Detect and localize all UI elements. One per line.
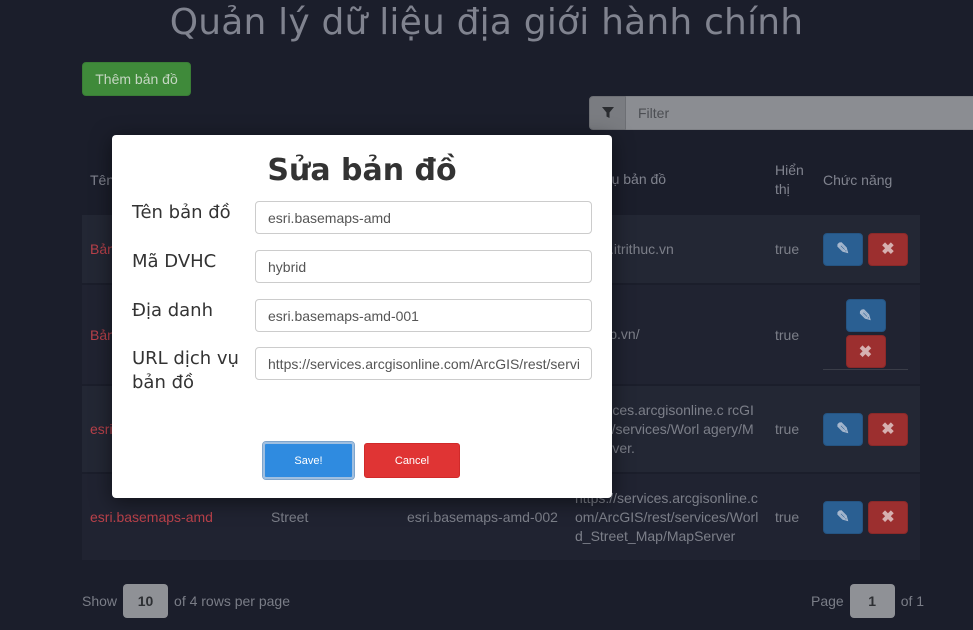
place-name-label: Địa danh (132, 300, 213, 321)
dialog-title: Sửa bản đồ (267, 153, 457, 188)
admin-code-label: Mã DVHC (132, 251, 217, 272)
field-place-name: Địa danh (132, 299, 592, 332)
field-admin-code: Mã DVHC (132, 250, 592, 283)
field-map-name: Tên bản đồ (132, 201, 592, 234)
edit-map-dialog: Sửa bản đồ Tên bản đồ Mã DVHC Địa danh U… (112, 135, 612, 498)
cancel-button[interactable]: Cancel (364, 443, 460, 478)
admin-code-input[interactable] (255, 250, 592, 283)
field-service-url: URL dịch vụ bản đồ (132, 347, 592, 395)
save-button[interactable]: Save! (262, 441, 355, 480)
map-name-label: Tên bản đồ (132, 202, 231, 223)
service-url-input[interactable] (255, 347, 592, 380)
map-name-input[interactable] (255, 201, 592, 234)
place-name-input[interactable] (255, 299, 592, 332)
service-url-label: URL dịch vụ bản đồ (132, 348, 239, 393)
